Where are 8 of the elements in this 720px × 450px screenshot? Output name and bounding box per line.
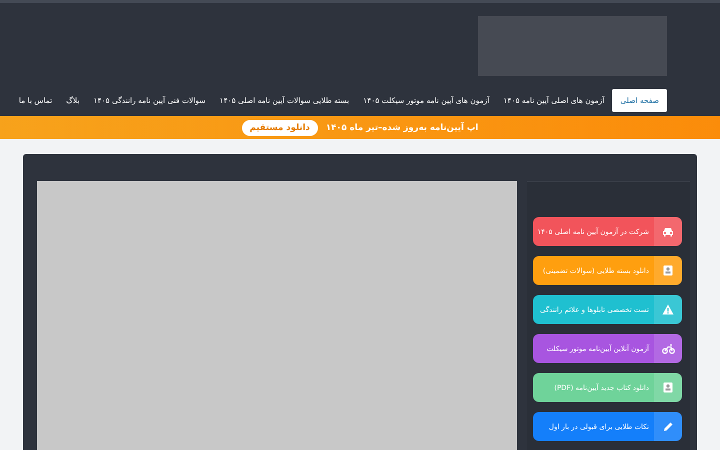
motorcycle-icon [662, 344, 674, 354]
banner-text: اپ آیین‌نامه به‌روز شده–تیر ماه ۱۴۰۵ [326, 122, 478, 132]
car-icon [662, 226, 674, 236]
pencil-icon [662, 421, 674, 432]
contact-card-icon [663, 265, 673, 276]
warning-icon [662, 304, 674, 315]
download-button[interactable]: دانلود مستقیم [242, 120, 318, 136]
contact-card-icon [663, 382, 673, 393]
